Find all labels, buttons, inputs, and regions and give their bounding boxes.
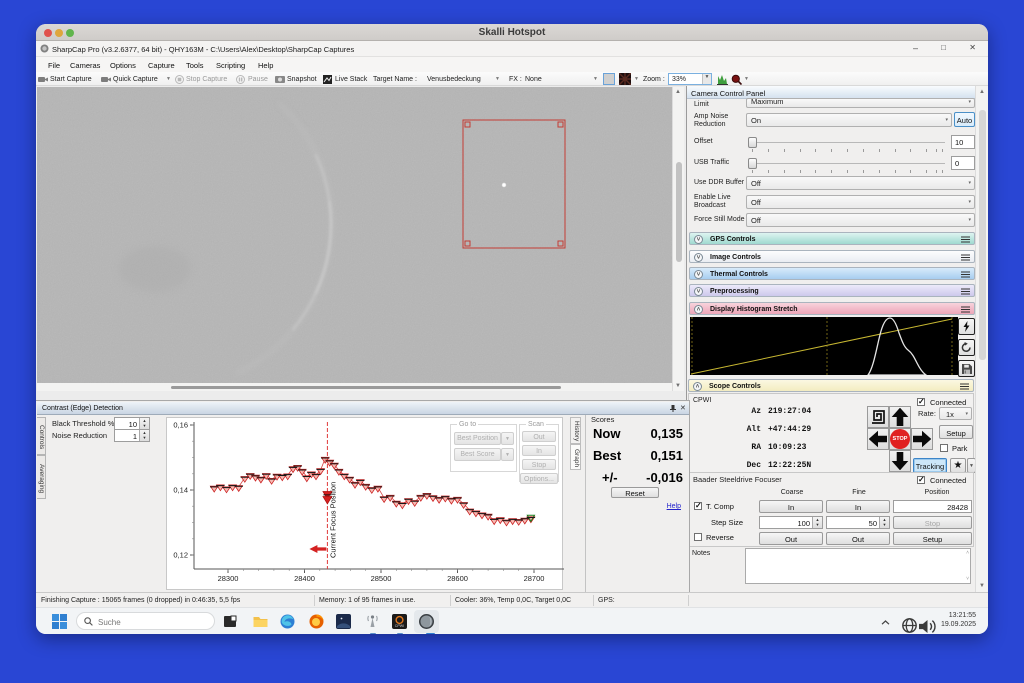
svg-text:28400: 28400 [294,574,315,583]
svg-text:CPWI: CPWI [395,624,404,628]
svg-text:0,12: 0,12 [173,551,188,560]
svg-text:0,16: 0,16 [173,421,188,430]
svg-text:28300: 28300 [218,574,239,583]
svg-text:0,14: 0,14 [173,486,188,495]
svg-text:28600: 28600 [447,574,468,583]
svg-text:28500: 28500 [371,574,392,583]
svg-text:28700: 28700 [524,574,545,583]
